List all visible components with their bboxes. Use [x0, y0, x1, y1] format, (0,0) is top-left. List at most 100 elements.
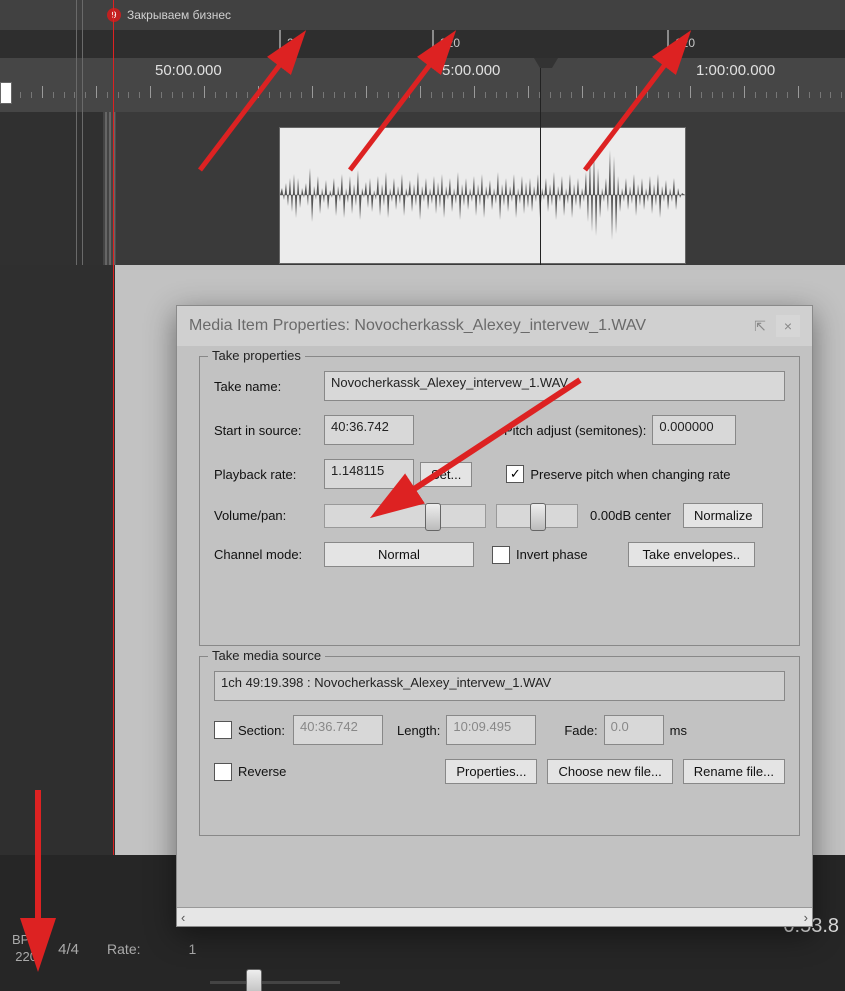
volume-slider[interactable]: [324, 504, 486, 528]
volume-pan-label: Volume/pan:: [214, 508, 324, 523]
channel-mode-button[interactable]: Normal: [324, 542, 474, 567]
media-item-properties-dialog: Media Item Properties: Novocherkassk_Ale…: [176, 305, 813, 927]
ruler-tick-minor: [496, 92, 497, 98]
ruler-tick-minor: [398, 92, 399, 98]
ruler-tick-minor: [712, 92, 713, 98]
choose-new-file-button[interactable]: Choose new file...: [547, 759, 672, 784]
ruler-tick-minor: [820, 92, 821, 98]
source-properties-button[interactable]: Properties...: [445, 759, 537, 784]
ruler-tick: [528, 86, 529, 98]
dialog-titlebar[interactable]: Media Item Properties: Novocherkassk_Ale…: [177, 306, 812, 346]
region-row: 9 Закрываем бизнес: [0, 0, 845, 30]
pan-slider-thumb[interactable]: [530, 503, 546, 531]
media-item-sliver[interactable]: [0, 82, 12, 104]
media-item[interactable]: [Rate:1.148] Novocherkassk_Alexey_interv…: [279, 127, 686, 264]
section-start-input[interactable]: 40:36.742: [293, 715, 383, 745]
ruler-tick: [420, 86, 421, 98]
transport-rate-thumb[interactable]: [246, 969, 262, 991]
take-media-source-legend: Take media source: [208, 648, 325, 663]
ruler-tick-minor: [334, 92, 335, 98]
track-area: [Rate:1.148] Novocherkassk_Alexey_interv…: [0, 112, 845, 265]
ruler-tick-minor: [107, 92, 108, 98]
take-name-input[interactable]: Novocherkassk_Alexey_intervew_1.WAV: [324, 371, 785, 401]
pan-slider[interactable]: [496, 504, 578, 528]
playback-rate-input[interactable]: 1.148115: [324, 459, 414, 489]
playback-rate-label: Playback rate:: [214, 467, 324, 482]
take-envelopes-button[interactable]: Take envelopes..: [628, 542, 756, 567]
ruler-tick: [798, 86, 799, 98]
marker-label: 220: [440, 36, 460, 50]
ruler-tick-minor: [431, 92, 432, 98]
ruler-tick: [150, 86, 151, 98]
ruler-tick: [42, 86, 43, 98]
edit-cursor[interactable]: [113, 0, 114, 855]
section-checkbox[interactable]: [214, 721, 232, 739]
ruler-tick-minor: [787, 92, 788, 98]
section-fade-input[interactable]: 0.0: [604, 715, 664, 745]
transport-rate-slider[interactable]: [210, 975, 340, 989]
rename-file-button[interactable]: Rename file...: [683, 759, 785, 784]
ruler-tick-minor: [733, 92, 734, 98]
ruler-tick-minor: [830, 92, 831, 98]
normalize-button[interactable]: Normalize: [683, 503, 764, 528]
track-header-area[interactable]: [0, 112, 116, 265]
ruler-tick-minor: [560, 92, 561, 98]
ruler-tick-minor: [193, 92, 194, 98]
ruler-tick-minor: [755, 92, 756, 98]
ruler-tick-minor: [809, 92, 810, 98]
preserve-pitch-checkbox[interactable]: ✓: [506, 465, 524, 483]
ruler-tick: [744, 86, 745, 98]
playhead-icon[interactable]: [534, 58, 558, 80]
invert-phase-checkbox[interactable]: [492, 546, 510, 564]
ruler-tick-minor: [85, 92, 86, 98]
ruler-tick-minor: [442, 92, 443, 98]
playhead-line: [540, 68, 541, 265]
ruler-tick-minor: [658, 92, 659, 98]
section-fade-label: Fade:: [564, 723, 597, 738]
invert-phase-label: Invert phase: [516, 547, 588, 562]
section-label: Section:: [238, 723, 285, 738]
ruler-tick-minor: [20, 92, 21, 98]
ruler-tick-minor: [182, 92, 183, 98]
start-in-source-input[interactable]: 40:36.742: [324, 415, 414, 445]
take-media-source-group: Take media source 1ch 49:19.398 : Novoch…: [199, 656, 800, 836]
take-properties-group: Take properties Take name: Novocherkassk…: [199, 356, 800, 646]
ruler-tick-minor: [550, 92, 551, 98]
take-properties-legend: Take properties: [208, 348, 305, 363]
take-name-label: Take name:: [214, 379, 324, 394]
ruler-tick-minor: [722, 92, 723, 98]
marker-row: 22 220 120: [0, 30, 845, 58]
ruler-tick-minor: [679, 92, 680, 98]
scroll-left-icon[interactable]: ‹: [181, 910, 185, 925]
ruler-tick: [366, 86, 367, 98]
ruler-tick-minor: [604, 92, 605, 98]
region-marker[interactable]: 9 Закрываем бизнес: [107, 8, 231, 22]
ruler-tick-minor: [128, 92, 129, 98]
bpm-box[interactable]: BPM 220: [12, 932, 40, 966]
scroll-right-icon[interactable]: ›: [804, 910, 808, 925]
ruler-tick: [258, 86, 259, 98]
ruler-tick-minor: [355, 92, 356, 98]
time-ruler[interactable]: 50:00.000 5:00.000 1:00:00.000: [0, 58, 845, 112]
ruler-tick-minor: [226, 92, 227, 98]
dialog-scrollbar[interactable]: ‹ ›: [177, 907, 812, 926]
ruler-tick-minor: [463, 92, 464, 98]
transport-rate-label: Rate:: [107, 941, 140, 957]
reverse-checkbox[interactable]: [214, 763, 232, 781]
item-edge-line: [82, 0, 83, 265]
item-edge-line: [76, 0, 77, 265]
ruler-tick-minor: [139, 92, 140, 98]
time-signature[interactable]: 4/4: [58, 941, 79, 958]
close-icon[interactable]: ×: [776, 315, 800, 337]
ruler-tick-minor: [506, 92, 507, 98]
ruler-tick-minor: [323, 92, 324, 98]
pin-icon[interactable]: ⇱: [748, 315, 772, 337]
volume-slider-thumb[interactable]: [425, 503, 441, 531]
pitch-adjust-input[interactable]: 0.000000: [652, 415, 736, 445]
set-rate-button[interactable]: Set...: [420, 462, 472, 487]
ruler-tick: [582, 86, 583, 98]
ruler-tick: [312, 86, 313, 98]
ruler-tick-minor: [269, 92, 270, 98]
region-badge: 9: [107, 8, 121, 22]
section-length-input[interactable]: 10:09.495: [446, 715, 536, 745]
